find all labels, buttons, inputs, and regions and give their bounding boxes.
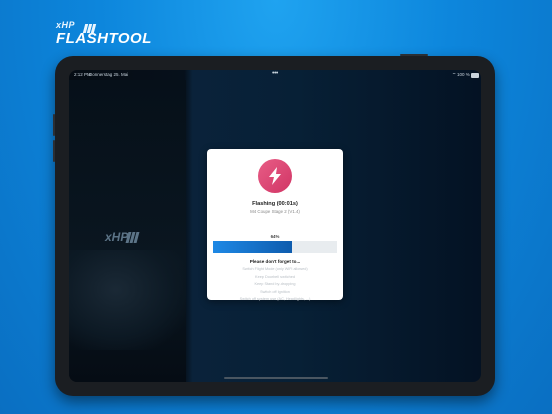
car-image <box>69 250 186 350</box>
flashtool-logo: xHP FLASHTOOL <box>56 20 156 47</box>
background-logo-bars <box>125 230 140 248</box>
progress-fill <box>213 241 293 253</box>
battery-icon <box>471 73 479 78</box>
status-bar: 2:12 PM Donnerstag 25. Mai ••• ⌔ 100 % <box>69 70 481 80</box>
dialog-title: Flashing (00:01s) <box>252 201 298 207</box>
battery-percent: 100 % <box>457 72 470 77</box>
tablet-screen: xHP 2:12 PM Donnerstag 25. Mai ••• ⌔ 100… <box>69 70 481 382</box>
volume-button <box>53 140 55 162</box>
tip-item: Switch off Ignition <box>260 289 290 294</box>
power-button <box>400 54 428 56</box>
wifi-icon: ⌔ <box>452 72 457 77</box>
progress-bar <box>213 241 337 253</box>
volume-button <box>53 114 55 136</box>
progress-percent: 64% <box>270 234 280 239</box>
multitask-dots[interactable]: ••• <box>272 70 278 77</box>
status-date: Donnerstag 25. Mai <box>89 72 129 77</box>
lightning-icon <box>258 159 292 193</box>
brand-name: FLASHTOOL <box>56 30 152 47</box>
tips-heading: Please don't forget to... <box>249 259 301 264</box>
tips-list: Switch Flight Mode (only WiFi allowed) K… <box>207 266 343 304</box>
tip-item: Keep Doorbell switched <box>255 274 295 279</box>
home-indicator[interactable] <box>224 377 328 379</box>
flashing-dialog: Flashing (00:01s) M4 Coupe Stage 2 (V1.4… <box>207 149 343 301</box>
tip-item: Keep Stand by-dropping <box>254 282 296 286</box>
tip-item: Switch Flight Mode (only WiFi allowed) <box>242 267 308 271</box>
tip-item: Switch off system use (AC, Headlights, .… <box>239 297 311 301</box>
brand-tag: xHP <box>56 20 76 30</box>
left-pane: xHP <box>69 80 186 382</box>
tablet-frame: xHP 2:12 PM Donnerstag 25. Mai ••• ⌔ 100… <box>53 54 495 396</box>
dialog-subtitle: M4 Coupe Stage 2 (V1.4) <box>250 209 300 214</box>
